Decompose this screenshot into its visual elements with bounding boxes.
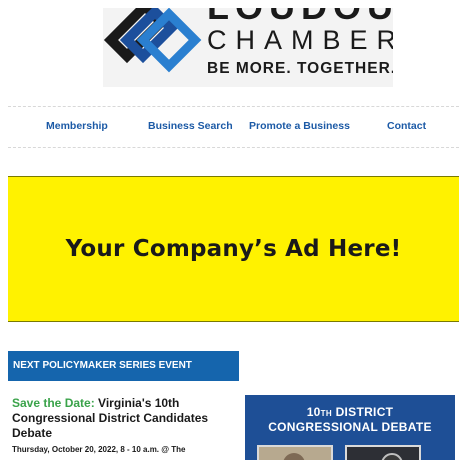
event-meta: Thursday, October 20, 2022, 8 - 10 a.m. … [12, 445, 186, 454]
ad-banner-text: Your Company’s Ad Here! [65, 236, 402, 262]
nav-link-business-search[interactable]: Business Search [148, 120, 233, 132]
section-header: NEXT POLICYMAKER SERIES EVENT [8, 351, 239, 381]
debate-promo-image[interactable]: 10TH DISTRICT CONGRESSIONAL DEBATE [245, 395, 455, 460]
debate-title-rest: DISTRICT [335, 405, 394, 419]
chamber-logo-mark-icon [103, 8, 202, 73]
candidate-head-left [283, 453, 305, 460]
chamber-logo[interactable]: LOUDOUN CHAMBER BE MORE. TOGETHER. [103, 8, 393, 87]
debate-title-line1: 10TH DISTRICT [245, 405, 455, 419]
ad-banner[interactable]: Your Company’s Ad Here! [8, 176, 459, 322]
top-nav: Membership Business Search Promote a Bus… [8, 106, 459, 148]
debate-title-sup: TH [320, 409, 332, 418]
email-frame: LOUDOUN CHAMBER BE MORE. TOGETHER. Membe… [8, 8, 459, 460]
debate-title-num: 10 [306, 405, 321, 419]
nav-link-membership[interactable]: Membership [46, 120, 108, 132]
candidate-photo-right [345, 445, 421, 460]
nav-link-contact[interactable]: Contact [387, 120, 426, 132]
logo-wordmark-chamber: CHAMBER [207, 25, 393, 55]
nav-link-promote-a-business[interactable]: Promote a Business [249, 120, 350, 132]
candidate-photo-left [257, 445, 333, 460]
event-article: Save the Date: Virginia's 10th Congressi… [12, 396, 244, 454]
event-title-lead: Save the Date: [12, 396, 95, 410]
logo-tagline: BE MORE. TOGETHER. [207, 60, 393, 77]
event-title[interactable]: Save the Date: Virginia's 10th Congressi… [12, 396, 244, 441]
debate-title-line2: CONGRESSIONAL DEBATE [268, 420, 432, 434]
candidate-head-right [381, 453, 403, 460]
